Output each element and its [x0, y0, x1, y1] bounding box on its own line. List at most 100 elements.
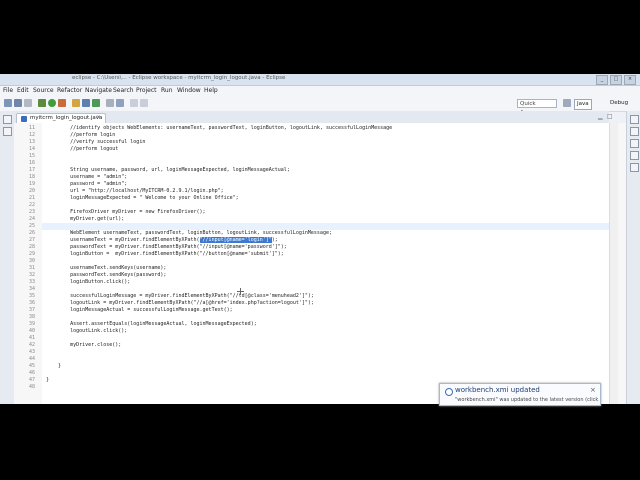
close-window-button[interactable]: × — [624, 75, 636, 85]
task-list-icon[interactable] — [630, 139, 639, 148]
code-line[interactable]: 14 //perform logout — [14, 146, 609, 153]
code-line[interactable]: 39 Assert.assertEquals(loginMessageActua… — [14, 321, 609, 328]
code-text: usernameText.sendKeys(username); — [46, 265, 167, 271]
code-line[interactable]: 32 passwordText.sendKeys(password); — [14, 272, 609, 279]
code-line[interactable]: 25 — [14, 223, 609, 230]
line-number: 38 — [28, 314, 35, 320]
code-line[interactable]: 36 logoutLink = myDriver.findElementByXP… — [14, 300, 609, 307]
code-line[interactable]: 44 — [14, 356, 609, 363]
line-number: 22 — [28, 202, 35, 208]
info-icon — [445, 388, 453, 396]
overview-ruler[interactable] — [618, 123, 626, 404]
line-number: 21 — [28, 195, 35, 201]
code-line[interactable]: 17 String username, password, url, login… — [14, 167, 609, 174]
code-line[interactable]: 13 //verify successful login — [14, 139, 609, 146]
tab-close-icon[interactable]: × — [96, 114, 101, 121]
new-package-icon[interactable] — [82, 99, 90, 107]
minimize-button[interactable]: _ — [596, 75, 608, 85]
line-number: 25 — [28, 223, 35, 229]
save-icon[interactable] — [14, 99, 22, 107]
code-line[interactable]: 37 loginMessageActual = successfulLoginM… — [14, 307, 609, 314]
menu-edit[interactable]: Edit — [17, 87, 29, 94]
eclipse-window: eclipse - C:\Users\... - Eclipse workspa… — [0, 74, 640, 404]
code-line[interactable]: 35 successfulLoginMessage = myDriver.fin… — [14, 293, 609, 300]
code-line[interactable]: 42 myDriver.close(); — [14, 342, 609, 349]
maximize-button[interactable]: □ — [610, 75, 622, 85]
code-line[interactable]: 15 — [14, 153, 609, 160]
code-line[interactable]: 23 FirefoxDriver myDriver = new FirefoxD… — [14, 209, 609, 216]
menu-refactor[interactable]: Refactor — [57, 87, 82, 94]
code-line[interactable]: 28 passwordText = myDriver.findElementBy… — [14, 244, 609, 251]
code-text: //verify successful login — [46, 139, 146, 145]
package-explorer-icon[interactable] — [3, 127, 12, 136]
notification-body[interactable]: "workbench.xmi" was updated to the lates… — [455, 397, 598, 403]
menu-help[interactable]: Help — [204, 87, 218, 94]
code-line[interactable]: 27 usernameText = myDriver.findElementBy… — [14, 237, 609, 244]
code-line[interactable]: 26 WebElement usernameText, passwordText… — [14, 230, 609, 237]
javadoc-icon[interactable] — [630, 163, 639, 172]
line-number: 28 — [28, 244, 35, 250]
maximize-editor-icon[interactable]: □ — [607, 113, 613, 120]
open-type-icon[interactable] — [106, 99, 114, 107]
new-java-project-icon[interactable] — [72, 99, 80, 107]
open-perspective-icon[interactable] — [563, 99, 571, 107]
code-line[interactable]: 38 — [14, 314, 609, 321]
editor-tab-bar: myitcrm_login_logout.java × — [14, 111, 609, 124]
code-line[interactable]: 45 } — [14, 363, 609, 370]
code-line[interactable]: 33 loginButton.click(); — [14, 279, 609, 286]
line-number: 16 — [28, 160, 35, 166]
menu-search[interactable]: Search — [113, 87, 134, 94]
new-icon[interactable] — [4, 99, 12, 107]
code-line[interactable]: 11 //identify objects WebElements: usern… — [14, 125, 609, 132]
back-icon[interactable] — [130, 99, 138, 107]
external-tools-icon[interactable] — [58, 99, 66, 107]
restore-icon[interactable] — [3, 115, 12, 124]
code-line[interactable]: 21 loginMessageExpected = " Welcome to y… — [14, 195, 609, 202]
code-line[interactable]: 30 — [14, 258, 609, 265]
notification-popup[interactable]: workbench.xmi updated "workbench.xmi" wa… — [439, 383, 601, 406]
line-number: 27 — [28, 237, 35, 243]
run-icon[interactable] — [48, 99, 56, 107]
menu-navigate[interactable]: Navigate — [85, 87, 112, 94]
code-text: successfulLoginMessage = myDriver.findEl… — [46, 293, 314, 299]
code-line[interactable]: 19 password = "admin"; — [14, 181, 609, 188]
perspective-java[interactable]: Java — [574, 99, 592, 110]
line-number: 18 — [28, 174, 35, 180]
quick-access-field[interactable]: Quick Access — [517, 99, 557, 116]
code-line[interactable]: 43 — [14, 349, 609, 356]
code-editor[interactable]: 11 //identify objects WebElements: usern… — [14, 123, 609, 404]
print-icon[interactable] — [24, 99, 32, 107]
code-line[interactable]: 34 — [14, 286, 609, 293]
menu-file[interactable]: File — [3, 87, 13, 94]
forward-icon[interactable] — [140, 99, 148, 107]
line-number: 26 — [28, 230, 35, 236]
menu-source[interactable]: Source — [33, 87, 54, 94]
menu-run[interactable]: Run — [161, 87, 173, 94]
code-line[interactable]: 29 loginButton = myDriver.findElementByX… — [14, 251, 609, 258]
menu-project[interactable]: Project — [136, 87, 157, 94]
code-text: loginMessageActual = successfulLoginMess… — [46, 307, 233, 313]
outline-icon[interactable] — [630, 127, 639, 136]
new-class-icon[interactable] — [92, 99, 100, 107]
code-line[interactable]: 12 //perform login — [14, 132, 609, 139]
code-line[interactable]: 41 — [14, 335, 609, 342]
menu-window[interactable]: Window — [177, 87, 201, 94]
code-text: loginMessageExpected = " Welcome to your… — [46, 195, 239, 201]
code-line[interactable]: 46 — [14, 370, 609, 377]
code-line[interactable]: 16 — [14, 160, 609, 167]
notification-close-icon[interactable]: × — [590, 386, 596, 394]
debug-icon[interactable] — [38, 99, 46, 107]
line-number: 44 — [28, 356, 35, 362]
line-number: 48 — [28, 384, 35, 390]
code-line[interactable]: 22 — [14, 202, 609, 209]
problems-icon[interactable] — [630, 151, 639, 160]
code-line[interactable]: 31 usernameText.sendKeys(username); — [14, 265, 609, 272]
restore-right-icon[interactable] — [630, 115, 639, 124]
code-line[interactable]: 24 myDriver.get(url); — [14, 216, 609, 223]
code-line[interactable]: 20 url = "http://localhost/MyITCRM-0.2.9… — [14, 188, 609, 195]
code-line[interactable]: 18 username = "admin"; — [14, 174, 609, 181]
search-icon[interactable] — [116, 99, 124, 107]
code-line[interactable]: 40 logoutLink.click(); — [14, 328, 609, 335]
perspective-debug[interactable]: Debug — [608, 99, 630, 108]
minimize-editor-icon[interactable]: ▁ — [598, 113, 603, 120]
